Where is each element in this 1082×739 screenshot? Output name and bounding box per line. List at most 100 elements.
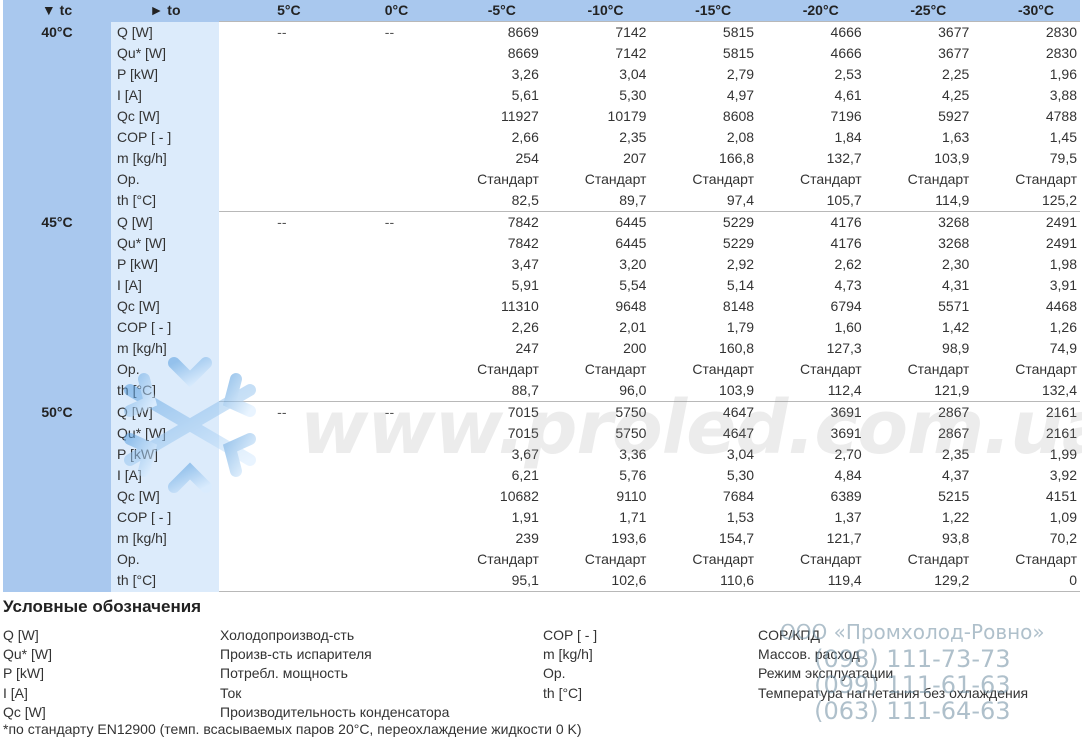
value-cell: 4666 bbox=[757, 21, 865, 43]
value-cell: 2,30 bbox=[942, 256, 970, 272]
empty-value: -- bbox=[326, 401, 435, 423]
param-label: Qu* [W] bbox=[111, 43, 220, 64]
legend-right-keys: COP [ - ] m [kg/h] Op. th [°C] bbox=[543, 626, 597, 703]
blank-cell bbox=[219, 507, 327, 528]
table-row: I [A] 5,91 5,54 5,14 4,73 4,31 3,91 bbox=[3, 275, 1080, 296]
param-label: m [kg/h] bbox=[111, 528, 220, 549]
legend-section: Условные обозначения Q [W] Qu* [W] P [kW… bbox=[3, 597, 1080, 720]
value-cell: 160,8 bbox=[719, 340, 755, 356]
value-cell: 74,9 bbox=[1049, 340, 1077, 356]
table-row: P [kW] 3,26 3,04 2,79 2,53 2,25 1,96 bbox=[3, 64, 1080, 85]
value-cell: 2867 bbox=[864, 401, 973, 423]
blank-cell bbox=[327, 486, 435, 507]
table-header-row: ▼ tc ► to 5°C 0°C -5°C -10°C -15°C -20°C… bbox=[3, 0, 1080, 22]
blank-cell bbox=[327, 190, 435, 212]
value-cell: 98,9 bbox=[942, 340, 970, 356]
value-cell: 6389 bbox=[830, 488, 862, 504]
legend-description: Режим эксплуатации bbox=[758, 665, 894, 682]
param-label: Qc [W] bbox=[111, 106, 220, 127]
value-cell: 5,30 bbox=[619, 87, 647, 103]
legend-key: th [°C] bbox=[543, 684, 583, 701]
column-header: -10°C bbox=[541, 0, 650, 22]
blank-cell bbox=[327, 444, 435, 465]
value-cell: 4,73 bbox=[834, 277, 862, 293]
value-cell: 127,3 bbox=[826, 340, 862, 356]
value-cell: 2,35 bbox=[619, 129, 647, 145]
table-row: I [A] 6,21 5,76 5,30 4,84 4,37 3,92 bbox=[3, 465, 1080, 486]
blank-cell bbox=[219, 444, 327, 465]
value-cell: 105,7 bbox=[826, 192, 862, 208]
legend-description: Температура нагнетания без охлаждения bbox=[758, 684, 1029, 701]
value-cell: Стандарт bbox=[477, 171, 539, 187]
param-label: COP [ - ] bbox=[111, 127, 220, 148]
value-cell: 11927 bbox=[500, 108, 539, 124]
value-cell: 70,2 bbox=[1049, 530, 1077, 546]
value-cell: 3,04 bbox=[619, 66, 647, 82]
value-cell: 112,4 bbox=[827, 382, 862, 398]
param-label: Op. bbox=[111, 359, 220, 380]
value-cell: 8608 bbox=[722, 108, 755, 124]
value-cell: 4647 bbox=[722, 425, 755, 441]
value-cell: Стандарт bbox=[1015, 361, 1077, 377]
blank-cell bbox=[327, 338, 435, 359]
blank-cell bbox=[327, 233, 435, 254]
empty-value: -- bbox=[326, 211, 435, 233]
value-cell: 7842 bbox=[507, 235, 539, 251]
value-cell: 5815 bbox=[722, 45, 755, 61]
blank-cell bbox=[219, 169, 327, 190]
param-label: th [°C] bbox=[111, 570, 220, 592]
legend-description: Произв-сть испарителя bbox=[220, 646, 372, 663]
column-header: 5°C bbox=[219, 0, 327, 22]
legend-right-values: COP/КПД Массов. расход Режим эксплуатаци… bbox=[758, 626, 1028, 703]
param-label: Op. bbox=[111, 549, 220, 570]
value-cell: 2491 bbox=[1045, 235, 1077, 251]
value-cell: 88,7 bbox=[511, 382, 539, 398]
value-cell: 8669 bbox=[507, 45, 539, 61]
value-cell: Стандарт bbox=[477, 551, 539, 567]
value-cell: 2830 bbox=[1045, 45, 1077, 61]
table-row: m [kg/h] 247 200 160,8 127,3 98,9 74,9 bbox=[3, 338, 1080, 359]
performance-table: ▼ tc ► to 5°C 0°C -5°C -10°C -15°C -20°C… bbox=[3, 0, 1080, 592]
value-cell: 7842 bbox=[434, 211, 542, 233]
value-cell: 7196 bbox=[830, 108, 862, 124]
value-cell: 4,61 bbox=[834, 87, 862, 103]
value-cell: 11310 bbox=[500, 298, 539, 314]
table-row: 45°C Q [W] -- -- 7842 6445 5229 4176 3268 2491 bbox=[3, 211, 1080, 402]
table-row: I [A] 5,61 5,30 4,97 4,61 4,25 3,88 bbox=[3, 85, 1080, 106]
table-row: Op. Стандарт Стандарт Стандарт Стандарт Станд… bbox=[3, 359, 1080, 380]
blank-cell bbox=[327, 127, 435, 148]
blank-cell bbox=[219, 338, 327, 359]
column-header: 0°C bbox=[326, 0, 435, 22]
value-cell: 5815 bbox=[649, 21, 758, 43]
param-label: Qc [W] bbox=[111, 486, 220, 507]
value-cell: 89,7 bbox=[619, 192, 647, 208]
value-cell: 3268 bbox=[938, 235, 970, 251]
value-cell: 3677 bbox=[864, 21, 973, 43]
empty-value: -- bbox=[219, 211, 327, 233]
table-row: th [°C] 95,1 102,6 110,6 119,4 129,2 0 bbox=[3, 570, 1080, 592]
param-label: Q [W] bbox=[111, 21, 220, 43]
value-cell: 2,92 bbox=[726, 256, 755, 272]
blank-cell bbox=[219, 359, 327, 380]
tc-sort-header[interactable]: ▼ tc bbox=[3, 0, 112, 22]
param-label: I [A] bbox=[111, 275, 220, 296]
legend-key: m [kg/h] bbox=[543, 646, 593, 663]
param-label: Qc [W] bbox=[111, 296, 220, 317]
param-label: COP [ - ] bbox=[111, 507, 220, 528]
column-header: -15°C bbox=[649, 0, 758, 22]
value-cell: 3,88 bbox=[1049, 87, 1077, 103]
param-label: Qu* [W] bbox=[111, 423, 220, 444]
table-row: 40°C Q [W] -- -- 8669 7142 5815 4666 3677 2830 bbox=[3, 21, 1080, 212]
value-cell: 4,97 bbox=[726, 87, 755, 103]
value-cell: 96,0 bbox=[619, 382, 647, 398]
value-cell: 9110 bbox=[616, 488, 647, 504]
to-sort-header[interactable]: ► to bbox=[111, 0, 220, 22]
blank-cell bbox=[327, 254, 435, 275]
blank-cell bbox=[219, 233, 327, 254]
blank-cell bbox=[327, 106, 435, 127]
value-cell: 5927 bbox=[938, 108, 970, 124]
value-cell: Стандарт bbox=[907, 361, 970, 377]
table-row: COP [ - ] 2,26 2,01 1,79 1,60 1,42 1,26 bbox=[3, 317, 1080, 338]
param-label: Qu* [W] bbox=[111, 233, 220, 254]
value-cell: 6445 bbox=[615, 235, 647, 251]
